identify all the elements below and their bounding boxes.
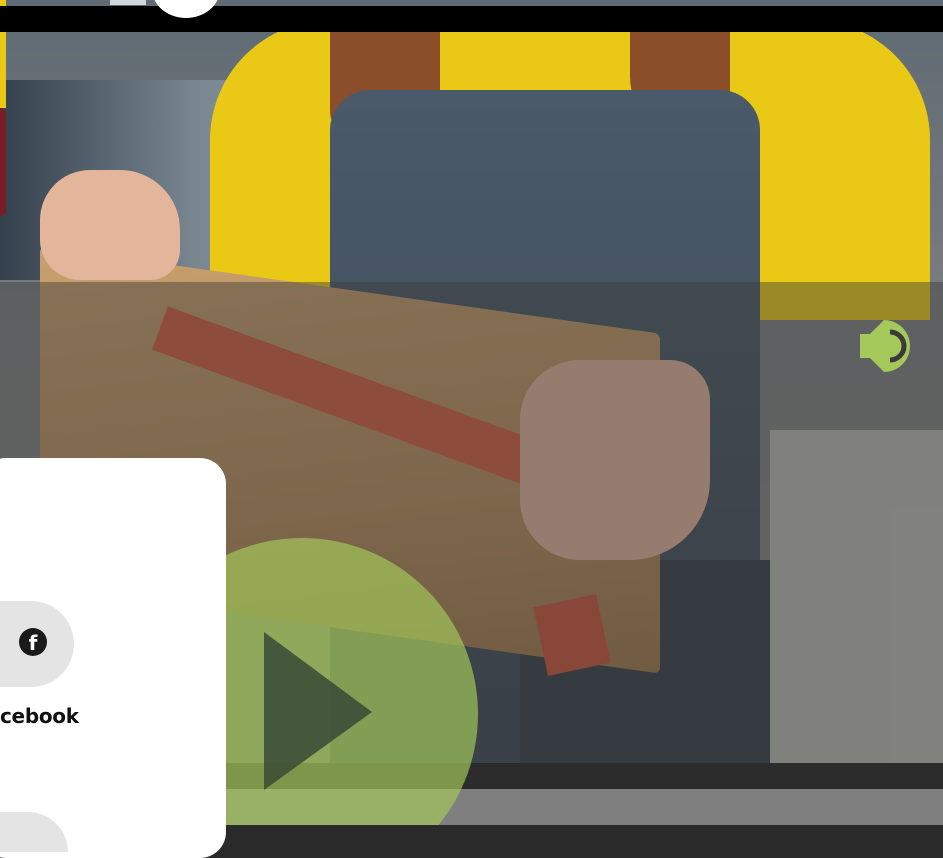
volume-button[interactable] <box>856 314 922 378</box>
video-person-hand <box>40 170 180 280</box>
facebook-icon: f <box>19 628 47 656</box>
play-icon <box>126 538 478 858</box>
edge-strip-red <box>0 108 6 216</box>
top-thumbnail <box>110 0 146 5</box>
play-button[interactable] <box>126 532 479 858</box>
facebook-share-label: cebook <box>0 704 79 728</box>
volume-icon <box>860 320 910 372</box>
top-bar <box>0 6 943 32</box>
